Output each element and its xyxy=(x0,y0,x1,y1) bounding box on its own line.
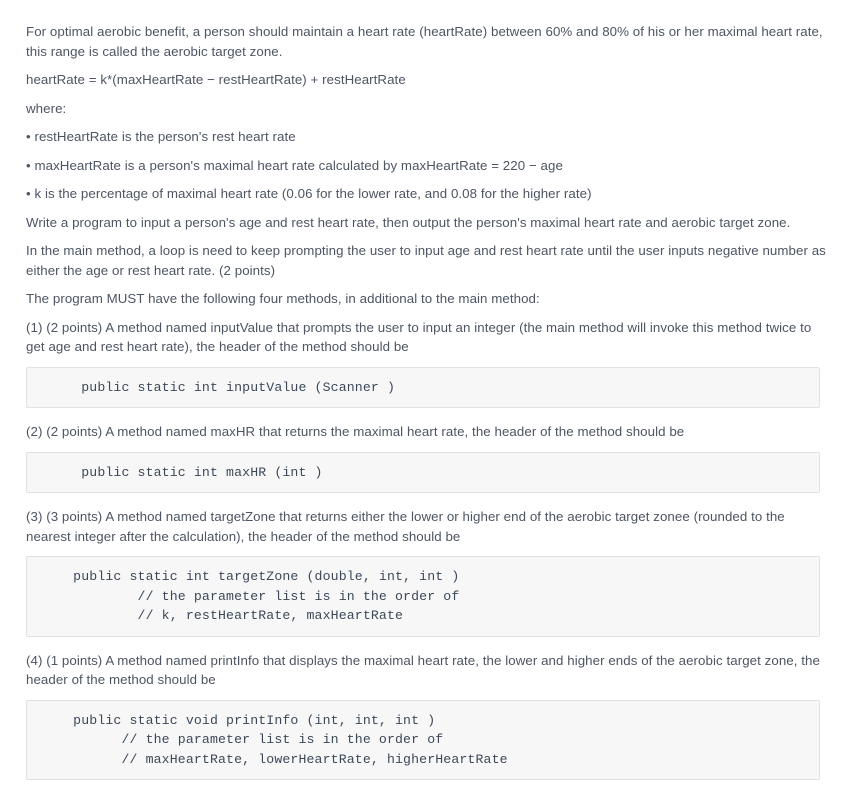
method-2-description: (2) (2 points) A method named maxHR that… xyxy=(26,424,685,439)
code-block-input-value: public static int inputValue (Scanner ) xyxy=(26,366,820,408)
code-block-max-hr: public static int maxHR (int ) xyxy=(26,451,820,493)
main-method-requirement: In the main method, a loop is need to ke… xyxy=(26,243,826,278)
four-methods-intro: The program MUST have the following four… xyxy=(26,291,540,306)
bullet-rest-heart-rate: • restHeartRate is the person's rest hea… xyxy=(26,129,296,144)
method-4-description: (4) (1 points) A method named printInfo … xyxy=(26,652,820,688)
method-1-description: (1) (2 points) A method named inputValue… xyxy=(26,319,812,355)
task-paragraph: Write a program to input a person's age … xyxy=(26,214,791,230)
bullet-max-heart-rate: • maxHeartRate is a person's maximal hea… xyxy=(26,157,563,173)
where-label: where: xyxy=(26,100,67,116)
intro-paragraph: For optimal aerobic benefit, a person sh… xyxy=(26,24,823,59)
assignment-document: For optimal aerobic benefit, a person sh… xyxy=(0,0,848,802)
method-3-description: (3) (3 points) A method named targetZone… xyxy=(26,509,785,544)
formula-paragraph: heartRate = k*(maxHeartRate − restHeartR… xyxy=(26,72,406,87)
code-block-print-info: public static void printInfo (int, int, … xyxy=(26,699,820,780)
code-block-target-zone: public static int targetZone (double, in… xyxy=(26,556,820,637)
bullet-k-percentage: • k is the percentage of maximal heart r… xyxy=(26,186,592,201)
